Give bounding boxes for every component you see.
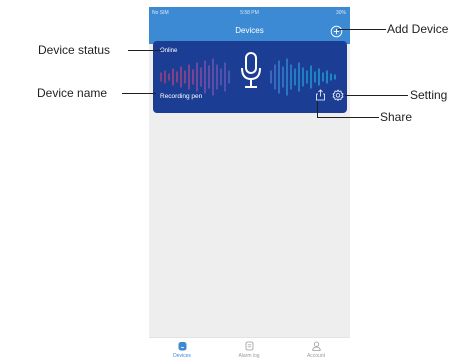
tab-alarm-log[interactable]: Alarm log [224, 341, 274, 359]
callout-share: Share [380, 110, 413, 124]
battery-text: 30% [335, 10, 346, 16]
alarm-log-icon [245, 341, 253, 351]
tab-bar: Devices Alarm log Account [149, 337, 350, 364]
microphone-icon [241, 52, 261, 88]
leader-device-name [122, 93, 156, 94]
tab-label: Devices [173, 353, 191, 359]
callout-device-status: Device status [38, 43, 111, 57]
leader-share-vertical [317, 101, 318, 118]
gear-icon[interactable] [332, 89, 344, 101]
leader-setting [345, 95, 408, 96]
status-bar: No SIM 5:58 PM 30% [149, 7, 350, 20]
device-icon [178, 342, 186, 351]
device-status: Online [160, 48, 178, 54]
tab-devices[interactable]: Devices [157, 341, 207, 359]
add-device-icon[interactable] [330, 25, 343, 38]
callout-setting: Setting [410, 88, 448, 102]
tab-label: Account [306, 353, 326, 359]
leader-share [317, 117, 379, 118]
leader-device-status [128, 50, 161, 51]
callout-device-name: Device name [37, 86, 108, 100]
tab-label: Alarm log [238, 353, 260, 359]
leader-add-device [338, 29, 386, 30]
callout-add-device: Add Device [387, 22, 449, 36]
tab-account[interactable]: Account [291, 341, 341, 359]
status-time: 5:58 PM [240, 10, 259, 16]
page-title: Devices [235, 26, 264, 35]
phone-screen: No SIM 5:58 PM 30% Devices Online Record… [149, 7, 350, 364]
share-icon[interactable] [315, 89, 326, 101]
account-icon [311, 341, 321, 351]
device-name: Recording pen [160, 93, 203, 100]
